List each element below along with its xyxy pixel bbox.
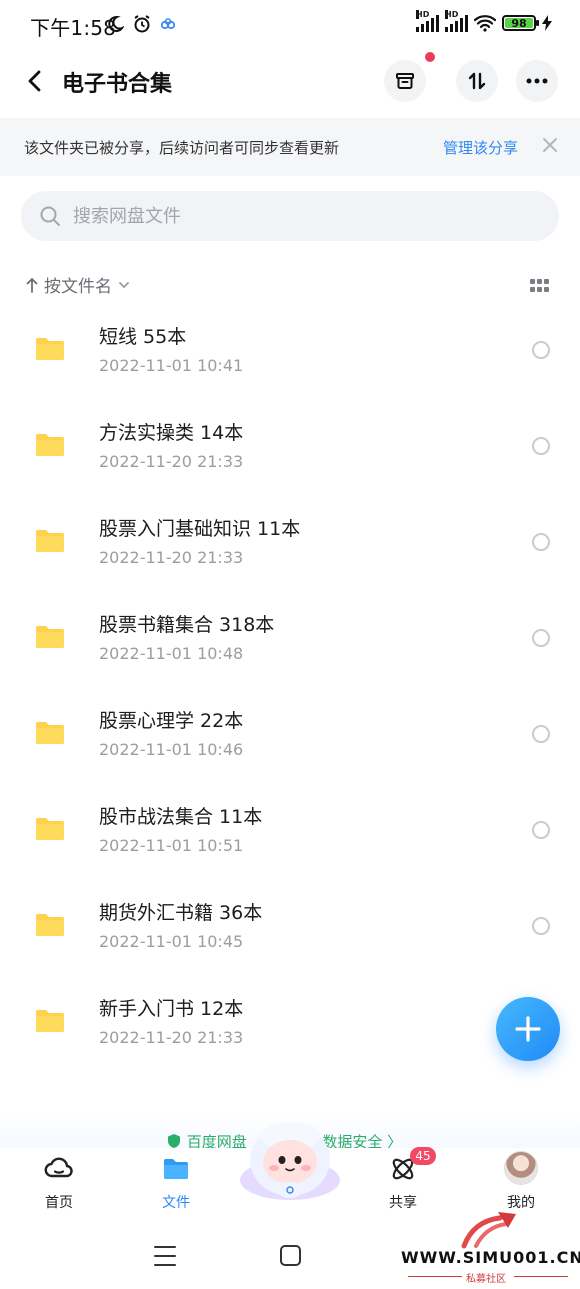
file-name: 短线 55本 [99,326,187,348]
status-time: 下午1:58 [30,16,117,40]
status-right-icons: HD HD 98 [416,10,552,32]
watermark-sub-text: 私募社区 [466,1274,506,1285]
add-button[interactable] [496,997,560,1061]
file-date: 2022-11-01 10:51 [99,836,244,855]
file-name: 股票书籍集合 318本 [99,614,275,636]
watermark-text: WWW.SIMU001.CN [401,1248,580,1267]
moon-icon [108,15,124,32]
file-date: 2022-11-01 10:48 [99,644,244,663]
file-date: 2022-11-20 21:33 [99,548,244,567]
file-list: 短线 55本 2022-11-01 10:41 方法实操类 14本 2022-1… [0,302,580,1070]
grid-view-icon[interactable] [530,279,550,293]
page-title: 电子书合集 [62,72,173,97]
sort-arrows-icon [468,72,486,90]
shield-icon [168,1134,180,1148]
tab-label: 共享 [389,1195,417,1211]
list-item[interactable]: 股票入门基础知识 11本 2022-11-20 21:33 [0,494,580,590]
home-cloud-icon [44,1157,73,1178]
status-left-icons [106,14,176,34]
tab-home[interactable]: 首页 [14,1148,104,1228]
select-checkbox[interactable] [532,629,550,647]
watermark-logo [461,1212,516,1249]
header: 电子书合集 [0,52,580,118]
file-date: 2022-11-20 21:33 [99,1028,244,1047]
back-chevron-icon[interactable] [20,66,50,96]
folder-icon [36,338,64,360]
status-bar: 下午1:58 HD HD 98 [0,0,580,52]
notification-dot [425,52,435,62]
avatar [504,1151,538,1185]
file-name: 股票心理学 22本 [99,710,244,732]
more-dots-icon [526,78,548,84]
file-name: 股票入门基础知识 11本 [99,518,301,540]
close-icon[interactable] [540,135,560,155]
file-name: 期货外汇书籍 36本 [99,902,263,924]
select-checkbox[interactable] [532,341,550,359]
signal-icon: HD [416,10,439,32]
folder-icon [36,626,64,648]
sort-row: 按文件名 [0,266,580,304]
archive-button[interactable] [384,60,426,102]
more-button[interactable] [516,60,558,102]
file-name: 新手入门书 12本 [99,998,244,1020]
folder-icon [36,530,64,552]
file-date: 2022-11-01 10:46 [99,740,244,759]
hd-label: HD [445,10,459,19]
select-checkbox[interactable] [532,917,550,935]
battery-icon: 98 [502,15,539,31]
list-item[interactable]: 新手入门书 12本 2022-11-20 21:33 [0,974,580,1070]
folder-icon [36,722,64,744]
folder-tab-icon [164,1159,188,1179]
screen: 下午1:58 HD HD 98 电子书合集 该文件夹已被分享，后续访问者可同步查… [0,0,580,1289]
battery-level: 98 [511,16,527,30]
plus-icon [515,1016,541,1042]
folder-icon [36,818,64,840]
list-item[interactable]: 股票书籍集合 318本 2022-11-01 10:48 [0,590,580,686]
file-date: 2022-11-20 21:33 [99,452,244,471]
select-checkbox[interactable] [532,725,550,743]
share-badge: 45 [410,1147,436,1165]
hd-label: HD [416,10,430,19]
recent-apps-icon[interactable] [154,1246,176,1266]
chevron-down-icon [119,281,129,288]
list-item[interactable]: 股票心理学 22本 2022-11-01 10:46 [0,686,580,782]
file-name: 股市战法集合 11本 [99,806,263,828]
search-icon [40,206,60,226]
search-input[interactable] [73,191,533,241]
folder-icon [36,1010,64,1032]
search-bar[interactable] [21,191,559,241]
cloud-app-icon [160,18,176,30]
list-item[interactable]: 方法实操类 14本 2022-11-20 21:33 [0,398,580,494]
share-notice-banner: 该文件夹已被分享，后续访问者可同步查看更新 管理该分享 [0,118,580,176]
list-item[interactable]: 期货外汇书籍 36本 2022-11-01 10:45 [0,878,580,974]
file-date: 2022-11-01 10:41 [99,356,244,375]
list-item[interactable]: 短线 55本 2022-11-01 10:41 [0,302,580,398]
folder-icon [36,914,64,936]
tab-files[interactable]: 文件 [131,1148,221,1228]
signal-icon: HD [445,10,468,32]
charging-icon [542,15,552,31]
file-name: 方法实操类 14本 [99,422,244,444]
select-checkbox[interactable] [532,533,550,551]
tab-share[interactable]: 45 共享 [358,1147,448,1228]
list-item[interactable]: 股市战法集合 11本 2022-11-01 10:51 [0,782,580,878]
tab-label: 首页 [45,1195,73,1211]
archive-box-icon [396,73,414,89]
select-checkbox[interactable] [532,821,550,839]
transfer-button[interactable] [456,60,498,102]
alarm-icon [134,15,150,33]
tab-label: 文件 [162,1195,190,1211]
select-checkbox[interactable] [532,437,550,455]
arrow-up-icon [26,277,38,293]
folder-icon [36,434,64,456]
mascot-icon[interactable] [238,1118,342,1204]
sort-by-name-control[interactable]: 按文件名 [26,272,130,297]
wifi-icon [474,15,496,32]
home-button-icon[interactable] [280,1245,301,1266]
manage-share-link[interactable]: 管理该分享 [443,137,518,158]
share-notice-text: 该文件夹已被分享，后续访问者可同步查看更新 [24,139,340,157]
sort-label: 按文件名 [44,277,112,297]
file-date: 2022-11-01 10:45 [99,932,244,951]
watermark-sub: 私募社区 [408,1270,568,1285]
